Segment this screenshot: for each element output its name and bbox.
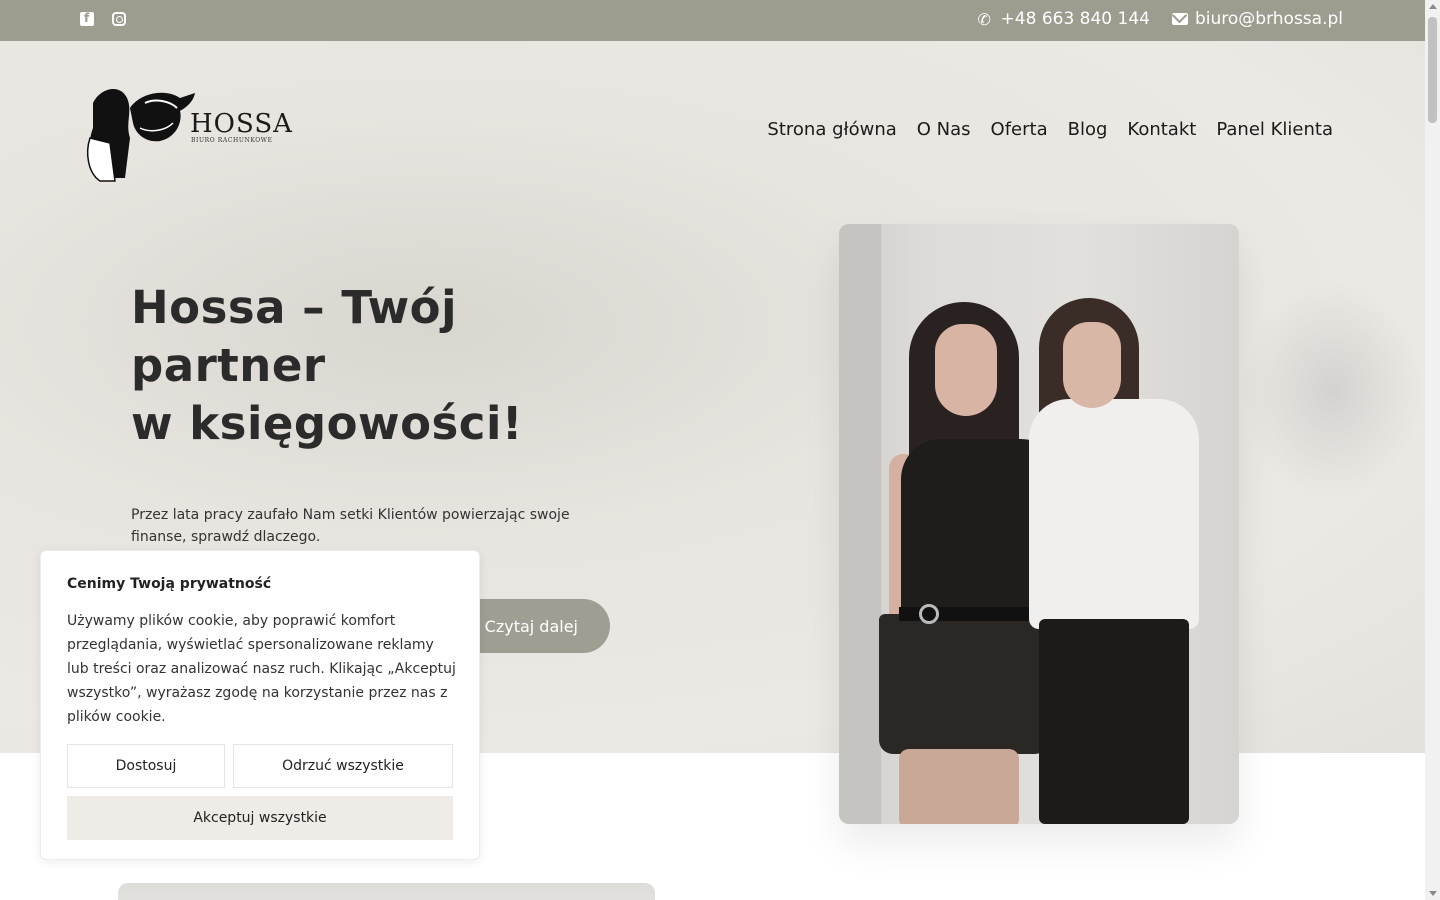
logo-name: HOSSA <box>190 109 293 139</box>
scrollbar-thumb[interactable] <box>1428 17 1437 123</box>
mail-icon <box>1171 13 1188 25</box>
nav-item-client-panel[interactable]: Panel Klienta <box>1216 119 1333 140</box>
nav-item-blog[interactable]: Blog <box>1068 119 1108 140</box>
hero-title-line-1: Hossa – Twój <box>131 281 458 334</box>
nav-item-contact[interactable]: Kontakt <box>1127 119 1196 140</box>
top-bar: ✆ +48 663 840 144 biuro@brhossa.pl <box>0 0 1425 41</box>
photo-wall <box>839 224 881 824</box>
scrollbar[interactable] <box>1425 0 1440 900</box>
hero-photo <box>839 224 1239 824</box>
nav-item-offer[interactable]: Oferta <box>991 119 1048 140</box>
scroll-up-icon[interactable] <box>1429 4 1437 9</box>
phone-number[interactable]: +48 663 840 144 <box>1001 9 1150 29</box>
cookie-title: Cenimy Twoją prywatność <box>67 576 272 592</box>
cookie-text: Używamy plików cookie, aby poprawić komf… <box>67 613 456 725</box>
next-section-card <box>118 883 655 900</box>
hero-title: Hossa – Twój partner w księgowości! <box>131 279 651 453</box>
instagram-icon[interactable] <box>112 12 126 26</box>
logo-subtitle: BIURO RACHUNKOWE <box>191 137 273 144</box>
logo[interactable]: HOSSA BIURO RACHUNKOWE <box>85 83 292 183</box>
facebook-icon[interactable] <box>80 11 94 26</box>
logo-illustration-icon <box>87 88 195 182</box>
nav-item-home[interactable]: Strona główna <box>767 119 896 140</box>
contact-info: ✆ +48 663 840 144 biuro@brhossa.pl <box>978 9 1343 29</box>
hero-description: Przez lata pracy zaufało Nam setki Klien… <box>131 507 570 545</box>
nav-item-about[interactable]: O Nas <box>917 119 971 140</box>
phone-link[interactable]: ✆ +48 663 840 144 <box>978 9 1150 29</box>
hero-title-line-3: w księgowości! <box>131 397 523 450</box>
hero-title-line-2: partner <box>131 339 326 392</box>
phone-icon: ✆ <box>977 9 991 29</box>
reject-all-button[interactable]: Odrzuć wszystkie <box>233 744 453 788</box>
cookie-consent-dialog: Cenimy Twoją prywatność Używamy plików c… <box>40 550 480 860</box>
main-nav: Strona główna O Nas Oferta Blog Kontakt … <box>767 119 1333 140</box>
accept-all-button[interactable]: Akceptuj wszystkie <box>67 796 453 840</box>
email-address[interactable]: biuro@brhossa.pl <box>1195 9 1343 29</box>
social-links <box>80 11 126 26</box>
customize-button[interactable]: Dostosuj <box>67 744 225 788</box>
email-link[interactable]: biuro@brhossa.pl <box>1171 9 1343 29</box>
scroll-down-icon[interactable] <box>1429 891 1437 896</box>
